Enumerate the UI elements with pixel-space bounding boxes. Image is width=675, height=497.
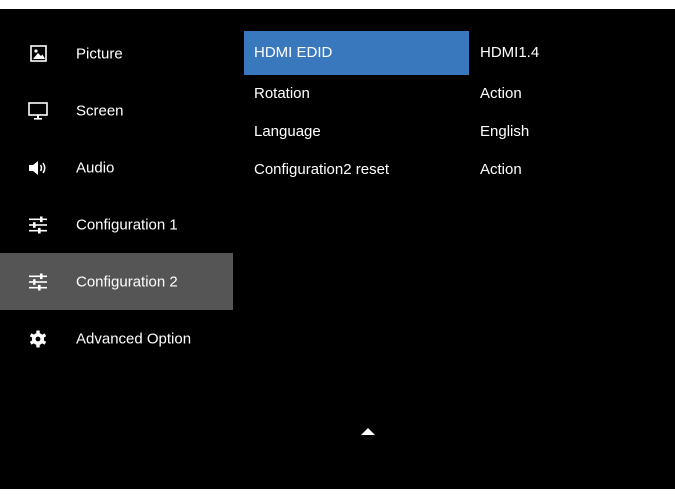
sliders-icon: [28, 215, 48, 235]
osd-screen: Picture Screen Audio Configuration 1 Con…: [0, 9, 675, 489]
menu-row-value: Action: [480, 85, 522, 102]
menu-row-hdmi-edid[interactable]: HDMI EDID HDMI1.4: [244, 31, 574, 75]
menu-row-value: HDMI1.4: [480, 44, 540, 61]
menu-row-configuration2-reset[interactable]: Configuration2 reset Action: [244, 151, 574, 189]
sliders-icon: [28, 272, 48, 292]
sidebar-item-advanced-option[interactable]: Advanced Option: [0, 310, 233, 367]
menu-row-value: English: [480, 123, 530, 140]
sidebar-item-screen[interactable]: Screen: [0, 82, 233, 139]
gear-icon: [28, 329, 48, 349]
menu-row-value: Action: [480, 161, 522, 178]
menu-row-label: Configuration2 reset: [254, 161, 390, 178]
menu-row-language[interactable]: Language English: [244, 113, 574, 151]
sidebar-item-label: Configuration 2: [76, 273, 178, 290]
menu-row-label: Language: [254, 123, 321, 140]
speaker-icon: [28, 158, 48, 178]
menu-row-rotation[interactable]: Rotation Action: [244, 75, 574, 113]
scroll-up-arrow-icon[interactable]: [361, 428, 375, 435]
sidebar-item-label: Configuration 1: [76, 216, 178, 233]
sidebar-item-label: Screen: [76, 102, 124, 119]
sidebar-item-audio[interactable]: Audio: [0, 139, 233, 196]
menu-row-label: Rotation: [254, 85, 310, 102]
sidebar-item-configuration-1[interactable]: Configuration 1: [0, 196, 233, 253]
menu-row-label: HDMI EDID: [244, 31, 469, 75]
sidebar-item-label: Picture: [76, 45, 123, 62]
sidebar-item-label: Audio: [76, 159, 115, 176]
monitor-icon: [28, 101, 48, 121]
sidebar-item-configuration-2[interactable]: Configuration 2: [0, 253, 233, 310]
picture-icon: [28, 44, 48, 64]
sidebar: Picture Screen Audio Configuration 1 Con…: [0, 25, 233, 367]
sidebar-item-picture[interactable]: Picture: [0, 25, 233, 82]
sidebar-item-label: Advanced Option: [76, 330, 192, 347]
settings-menu: HDMI EDID HDMI1.4 Rotation Action Langua…: [244, 31, 574, 189]
